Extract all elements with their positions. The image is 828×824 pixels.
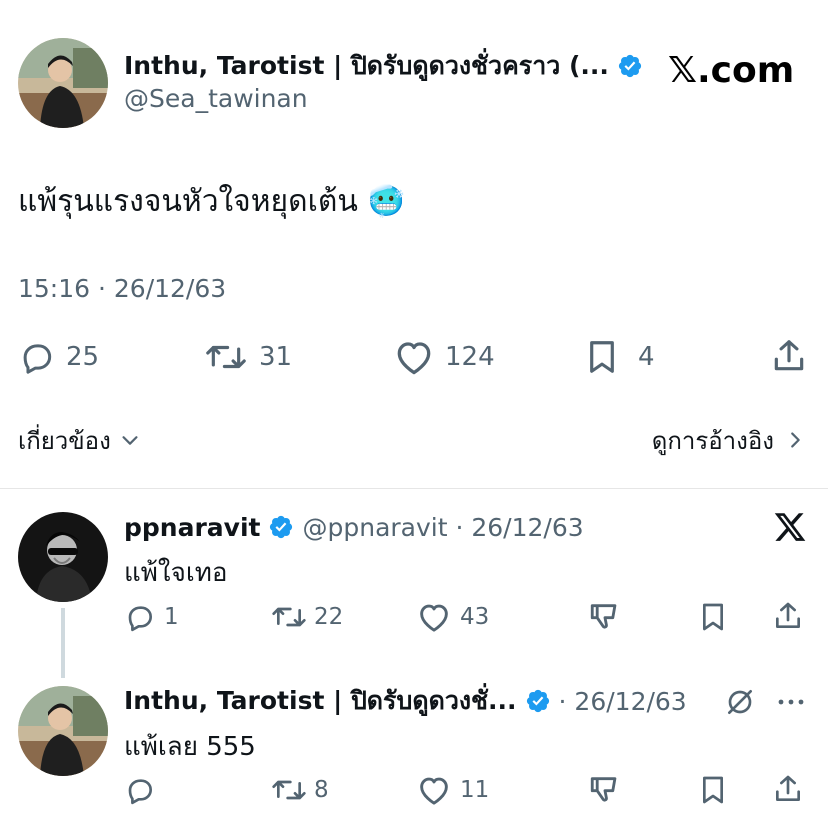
- view-quotes-label: ดูการอ้างอิง: [651, 426, 774, 455]
- author-name[interactable]: Inthu, Tarotist | ปิดรับดูดวงชั่วคราว (.…: [124, 46, 609, 86]
- reply-text: แพ้ใจเทอ: [124, 558, 228, 588]
- reply-button[interactable]: 1: [124, 600, 179, 634]
- downvote-icon: [590, 604, 617, 629]
- share-button[interactable]: [772, 772, 804, 806]
- bookmark-icon: [703, 603, 724, 631]
- reply-button[interactable]: 25: [18, 337, 99, 377]
- bookmark-button[interactable]: [698, 600, 728, 634]
- bookmark-icon: [703, 776, 724, 804]
- verified-badge-icon: [617, 53, 643, 79]
- reply-author-name[interactable]: ppnaravit: [124, 513, 260, 542]
- like-button[interactable]: 124: [393, 337, 495, 377]
- thread-line: [61, 608, 65, 678]
- repost-icon: [272, 780, 306, 800]
- cold-face-emoji: 🥶: [367, 183, 406, 219]
- reply-time[interactable]: · 26/12/63: [559, 687, 687, 716]
- reply-button[interactable]: [124, 773, 156, 807]
- heart-icon: [420, 777, 448, 805]
- verified-badge-icon: [268, 514, 294, 540]
- like-count: 124: [445, 342, 495, 372]
- like-count: 11: [460, 777, 490, 803]
- repost-count: 31: [259, 342, 293, 372]
- reply-count: 25: [66, 342, 100, 372]
- more-icon[interactable]: [776, 694, 806, 714]
- reply-count: 1: [164, 604, 179, 630]
- reply-icon: [128, 606, 152, 632]
- bookmark-count: 4: [638, 342, 655, 372]
- reply-text: แพ้เลย 555: [124, 732, 256, 762]
- repost-count: 8: [314, 777, 329, 803]
- downvote-icon: [590, 777, 617, 802]
- repost-button[interactable]: 31: [203, 337, 292, 377]
- tweet-timestamp[interactable]: 15:16 · 26/12/63: [18, 274, 226, 303]
- like-button[interactable]: 43: [416, 600, 489, 634]
- repost-count: 22: [314, 604, 344, 630]
- repost-button[interactable]: 22: [270, 600, 343, 634]
- repost-icon: [272, 607, 306, 627]
- reply-avatar-inthu[interactable]: [18, 686, 108, 776]
- heart-icon: [397, 342, 431, 375]
- related-dropdown[interactable]: เกี่ยวข้อง: [18, 424, 141, 456]
- grok-icon[interactable]: [724, 686, 756, 722]
- tweet-text: แพ้รุนแรงจนหัวใจหยุดเต้น: [18, 183, 358, 219]
- share-button[interactable]: [772, 599, 804, 633]
- verified-badge-icon: [525, 688, 551, 714]
- reply-handle-time[interactable]: @ppnaravit · 26/12/63: [302, 513, 583, 542]
- downvote-button[interactable]: [588, 773, 622, 807]
- heart-icon: [420, 604, 448, 632]
- author-avatar[interactable]: [18, 38, 108, 128]
- author-handle[interactable]: @Sea_tawinan: [124, 84, 308, 113]
- related-label: เกี่ยวข้อง: [18, 426, 111, 455]
- share-button[interactable]: [770, 336, 808, 376]
- section-divider: [0, 488, 828, 489]
- x-logo-icon[interactable]: [772, 510, 808, 548]
- share-icon: [774, 340, 804, 371]
- bookmark-button[interactable]: [698, 773, 728, 807]
- reply-icon: [128, 779, 152, 805]
- share-icon: [776, 775, 800, 801]
- chevron-right-icon: [791, 432, 800, 448]
- reply-icon: [23, 344, 52, 374]
- reply-avatar-ppnaravit[interactable]: [18, 512, 108, 602]
- bookmark-button[interactable]: 4: [584, 337, 655, 377]
- like-count: 43: [460, 604, 490, 630]
- share-icon: [776, 602, 800, 628]
- downvote-button[interactable]: [588, 600, 622, 634]
- repost-icon: [206, 345, 246, 369]
- reply-author-name[interactable]: Inthu, Tarotist | ปิดรับดูดวงชั่...: [124, 681, 517, 721]
- view-quotes-link[interactable]: ดูการอ้างอิง: [652, 424, 806, 456]
- bookmark-icon: [590, 341, 614, 373]
- chevron-down-icon: [122, 436, 138, 445]
- site-logo: 𝕏.com: [668, 50, 795, 91]
- repost-button[interactable]: 8: [270, 773, 329, 807]
- like-button[interactable]: 11: [416, 773, 489, 807]
